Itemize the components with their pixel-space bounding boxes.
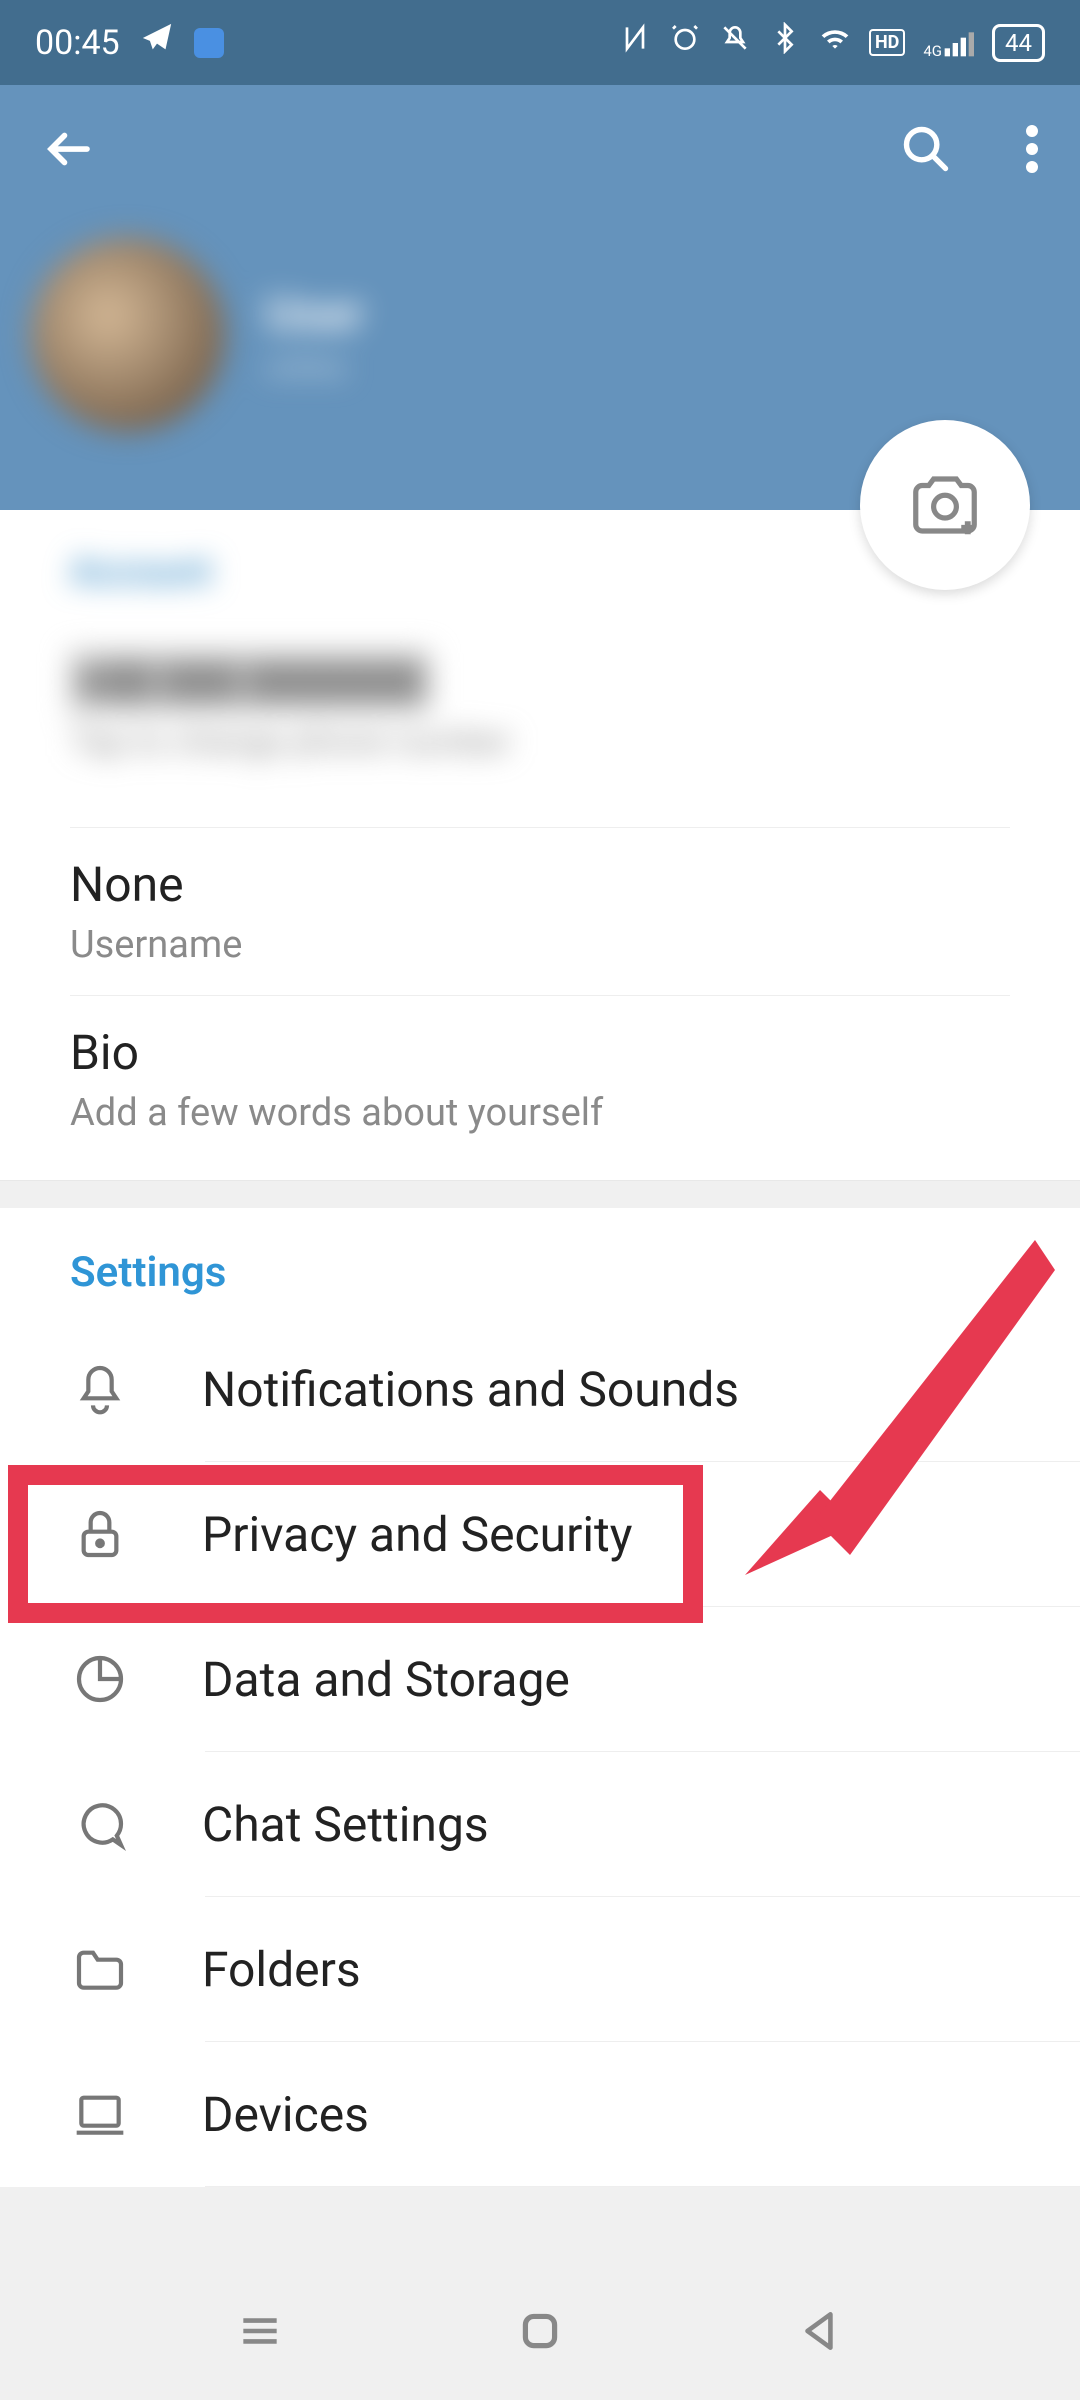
profile-name: User	[265, 285, 364, 342]
pie-chart-icon	[70, 1649, 130, 1709]
nfc-icon	[619, 22, 651, 63]
alarm-icon	[669, 22, 701, 63]
wifi-icon	[819, 22, 851, 63]
status-bar: 00:45 HD 4G 44	[0, 0, 1080, 85]
settings-heading: Settings	[0, 1248, 1080, 1317]
bio-hint: Add a few words about yourself	[70, 1091, 1010, 1135]
bell-icon	[70, 1359, 130, 1419]
bio-value: Bio	[70, 1024, 1010, 1081]
hd-icon: HD	[869, 29, 905, 56]
username-row[interactable]: None Username	[70, 827, 1010, 996]
recents-button[interactable]	[235, 2306, 285, 2360]
phone-hint: Tap to change phone number	[70, 722, 1010, 762]
bio-row[interactable]: Bio Add a few words about yourself	[70, 996, 1010, 1180]
folder-icon	[70, 1939, 130, 1999]
profile-status: online	[265, 350, 364, 385]
section-divider	[0, 1180, 1080, 1208]
more-options-button[interactable]	[1014, 111, 1050, 191]
phone-row[interactable]: +00 000 0000000 Tap to change phone numb…	[70, 624, 1010, 807]
bluetooth-icon	[769, 22, 801, 63]
settings-item-label: Devices	[202, 2086, 369, 2143]
back-button[interactable]	[30, 110, 108, 192]
status-time: 00:45	[35, 23, 120, 63]
profile-header: User online	[0, 85, 1080, 510]
signal-icon: 4G	[923, 27, 974, 59]
settings-item-label: Folders	[202, 1941, 361, 1998]
system-nav-bar	[0, 2265, 1080, 2400]
battery-indicator: 44	[992, 24, 1045, 62]
app-indicator-icon	[194, 28, 224, 58]
phone-number: +00 000 0000000	[70, 652, 430, 712]
folders-row[interactable]: Folders	[0, 1897, 1080, 2041]
username-value: None	[70, 856, 1010, 913]
avatar[interactable]	[30, 237, 225, 432]
devices-row[interactable]: Devices	[0, 2042, 1080, 2186]
data-storage-row[interactable]: Data and Storage	[0, 1607, 1080, 1751]
settings-item-label: Privacy and Security	[202, 1506, 632, 1563]
account-heading: Account	[70, 550, 1010, 594]
home-button[interactable]	[515, 2306, 565, 2360]
privacy-security-row[interactable]: Privacy and Security	[0, 1462, 1080, 1606]
settings-item-label: Chat Settings	[202, 1796, 489, 1853]
search-button[interactable]	[888, 111, 964, 191]
mute-icon	[719, 22, 751, 63]
chat-bubble-icon	[70, 1794, 130, 1854]
settings-item-label: Data and Storage	[202, 1651, 570, 1708]
telegram-icon	[140, 21, 174, 64]
lock-icon	[70, 1504, 130, 1564]
settings-item-label: Notifications and Sounds	[202, 1361, 739, 1418]
change-photo-button[interactable]	[860, 420, 1030, 590]
username-label: Username	[70, 923, 1010, 967]
notifications-sounds-row[interactable]: Notifications and Sounds	[0, 1317, 1080, 1461]
laptop-icon	[70, 2084, 130, 2144]
back-nav-button[interactable]	[795, 2306, 845, 2360]
chat-settings-row[interactable]: Chat Settings	[0, 1752, 1080, 1896]
